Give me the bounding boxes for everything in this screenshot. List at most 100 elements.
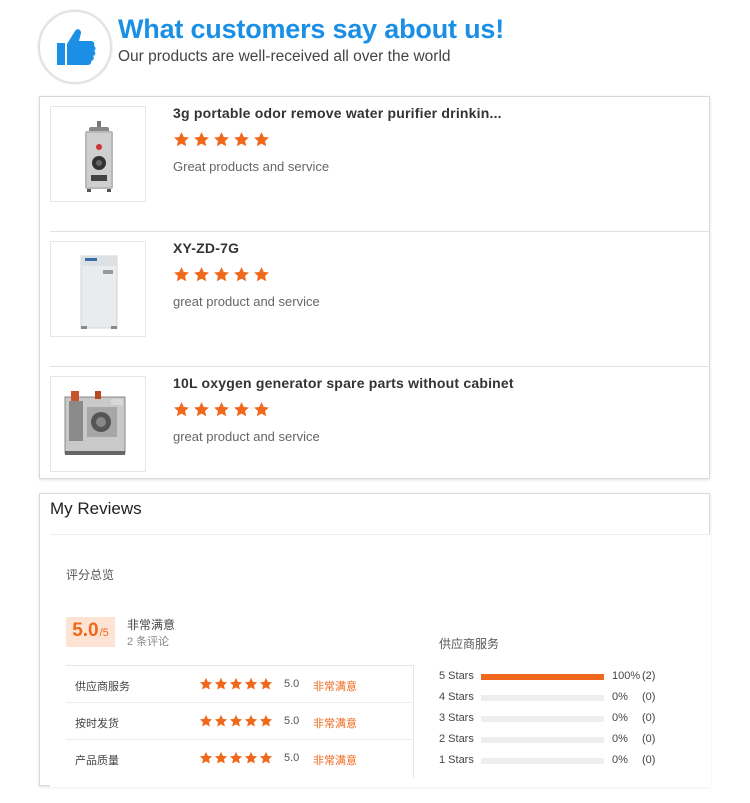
distribution-percent: 0% xyxy=(612,754,628,766)
star-icon xyxy=(229,677,243,690)
star-icon xyxy=(244,677,258,690)
distribution-bar xyxy=(481,716,604,722)
distribution-row: 3 Stars 0% (0) xyxy=(439,709,699,730)
star-icon xyxy=(214,714,228,727)
category-satisfaction: 非常满意 xyxy=(313,681,357,693)
reviews-summary-inner: 评分总览 5.0 /5 非常满意 2 条评论 供应商服务 5.0 非常满意 按时… xyxy=(50,534,711,787)
distribution-percent: 100% xyxy=(612,670,641,682)
supplier-service-label: 供应商服务 xyxy=(439,637,500,651)
distribution-label: 1 Stars xyxy=(439,754,474,766)
distribution-row: 5 Stars 100% (2) xyxy=(439,667,699,688)
product-rating-stars xyxy=(173,266,270,286)
my-reviews-panel: My Reviews 评分总览 5.0 /5 非常满意 2 条评论 供应商服务 … xyxy=(39,493,711,787)
star-icon xyxy=(199,751,213,764)
review-count: 2 条评论 xyxy=(127,636,170,648)
product-image-portable-ozone-generator[interactable] xyxy=(50,106,146,202)
product-title[interactable]: 10L oxygen generator spare parts without… xyxy=(173,375,514,391)
category-satisfaction: 非常满意 xyxy=(313,718,357,730)
distribution-percent: 0% xyxy=(612,733,628,745)
star-icon xyxy=(259,677,273,690)
category-label: 产品质量 xyxy=(75,755,119,767)
review-comment: great product and service xyxy=(173,294,320,309)
star-icon xyxy=(174,132,189,147)
star-icon xyxy=(254,132,269,147)
page-title: What customers say about us! xyxy=(118,14,504,44)
distribution-percent: 0% xyxy=(612,691,628,703)
star-icon xyxy=(214,677,228,690)
product-image-oxygen-generator-parts[interactable] xyxy=(50,376,146,472)
distribution-label: 3 Stars xyxy=(439,712,474,724)
testimonial-header: What customers say about us! Our product… xyxy=(38,8,738,88)
product-reviews-panel: 3g portable odor remove water purifier d… xyxy=(39,96,710,479)
distribution-bar xyxy=(481,737,604,743)
distribution-count: (0) xyxy=(642,712,656,724)
product-title[interactable]: XY-ZD-7G xyxy=(173,240,239,256)
overall-score-badge: 5.0 /5 xyxy=(66,617,115,647)
distribution-bar xyxy=(481,674,604,680)
star-icon xyxy=(214,751,228,764)
distribution-label: 4 Stars xyxy=(439,691,474,703)
star-icon xyxy=(199,677,213,690)
star-icon xyxy=(194,402,209,417)
overall-score: 5.0 xyxy=(72,620,99,641)
category-stars xyxy=(199,677,273,691)
distribution-label: 5 Stars xyxy=(439,670,474,682)
distribution-bar xyxy=(481,758,604,764)
product-rating-stars xyxy=(173,401,270,421)
product-review-item: 3g portable odor remove water purifier d… xyxy=(50,97,710,232)
review-comment: Great products and service xyxy=(173,159,330,174)
distribution-count: (0) xyxy=(642,733,656,745)
star-icon xyxy=(194,132,209,147)
star-icon xyxy=(234,132,249,147)
category-stars xyxy=(199,714,273,728)
star-icon xyxy=(214,267,229,282)
distribution-row: 1 Stars 0% (0) xyxy=(439,751,699,772)
star-icon xyxy=(254,402,269,417)
star-icon xyxy=(194,267,209,282)
distribution-row: 2 Stars 0% (0) xyxy=(439,730,699,751)
star-icon xyxy=(214,402,229,417)
category-label: 按时发货 xyxy=(75,718,119,730)
category-score: 5.0 xyxy=(284,678,300,690)
category-rating-row: 产品质量 5.0 非常满意 xyxy=(66,740,414,777)
review-comment: great product and service xyxy=(173,429,320,444)
product-image-white-cabinet-ozone-generator[interactable] xyxy=(50,241,146,337)
star-icon xyxy=(174,267,189,282)
page-subtitle: Our products are well-received all over … xyxy=(118,48,451,65)
distribution-count: (0) xyxy=(642,691,656,703)
distribution-count: (2) xyxy=(642,670,656,682)
thumbs-up-icon xyxy=(38,10,112,84)
rating-overview-label: 评分总览 xyxy=(66,568,115,582)
star-icon xyxy=(259,751,273,764)
reviews-summary: 评分总览 5.0 /5 非常满意 2 条评论 供应商服务 5.0 非常满意 按时… xyxy=(50,534,711,787)
category-score: 5.0 xyxy=(284,715,300,727)
star-icon xyxy=(244,751,258,764)
overall-score-suffix: /5 xyxy=(99,627,109,639)
category-ratings: 供应商服务 5.0 非常满意 按时发货 5.0 非常满意 产品质量 5.0 非常… xyxy=(66,665,414,778)
product-review-item: 10L oxygen generator spare parts without… xyxy=(50,367,710,502)
star-icon xyxy=(254,267,269,282)
category-label: 供应商服务 xyxy=(75,681,130,693)
category-rating-row: 供应商服务 5.0 非常满意 xyxy=(66,666,414,703)
star-icon xyxy=(259,714,273,727)
distribution-bar xyxy=(481,695,604,701)
product-review-item: XY-ZD-7G great product and service xyxy=(50,232,710,367)
category-score: 5.0 xyxy=(284,752,300,764)
star-icon xyxy=(229,751,243,764)
page: What customers say about us! Our product… xyxy=(0,0,750,803)
product-title[interactable]: 3g portable odor remove water purifier d… xyxy=(173,105,502,121)
category-rating-row: 按时发货 5.0 非常满意 xyxy=(66,703,414,740)
category-stars xyxy=(199,751,273,765)
distribution-count: (0) xyxy=(642,754,656,766)
star-icon xyxy=(234,402,249,417)
distribution-label: 2 Stars xyxy=(439,733,474,745)
star-icon xyxy=(199,714,213,727)
category-satisfaction: 非常满意 xyxy=(313,755,357,767)
star-distribution: 5 Stars 100% (2) 4 Stars 0% (0) 3 Stars xyxy=(439,667,699,772)
star-icon xyxy=(174,402,189,417)
my-reviews-title: My Reviews xyxy=(50,499,142,518)
distribution-row: 4 Stars 0% (0) xyxy=(439,688,699,709)
distribution-bar-fill xyxy=(481,674,604,680)
product-rating-stars xyxy=(173,131,270,151)
star-icon xyxy=(234,267,249,282)
